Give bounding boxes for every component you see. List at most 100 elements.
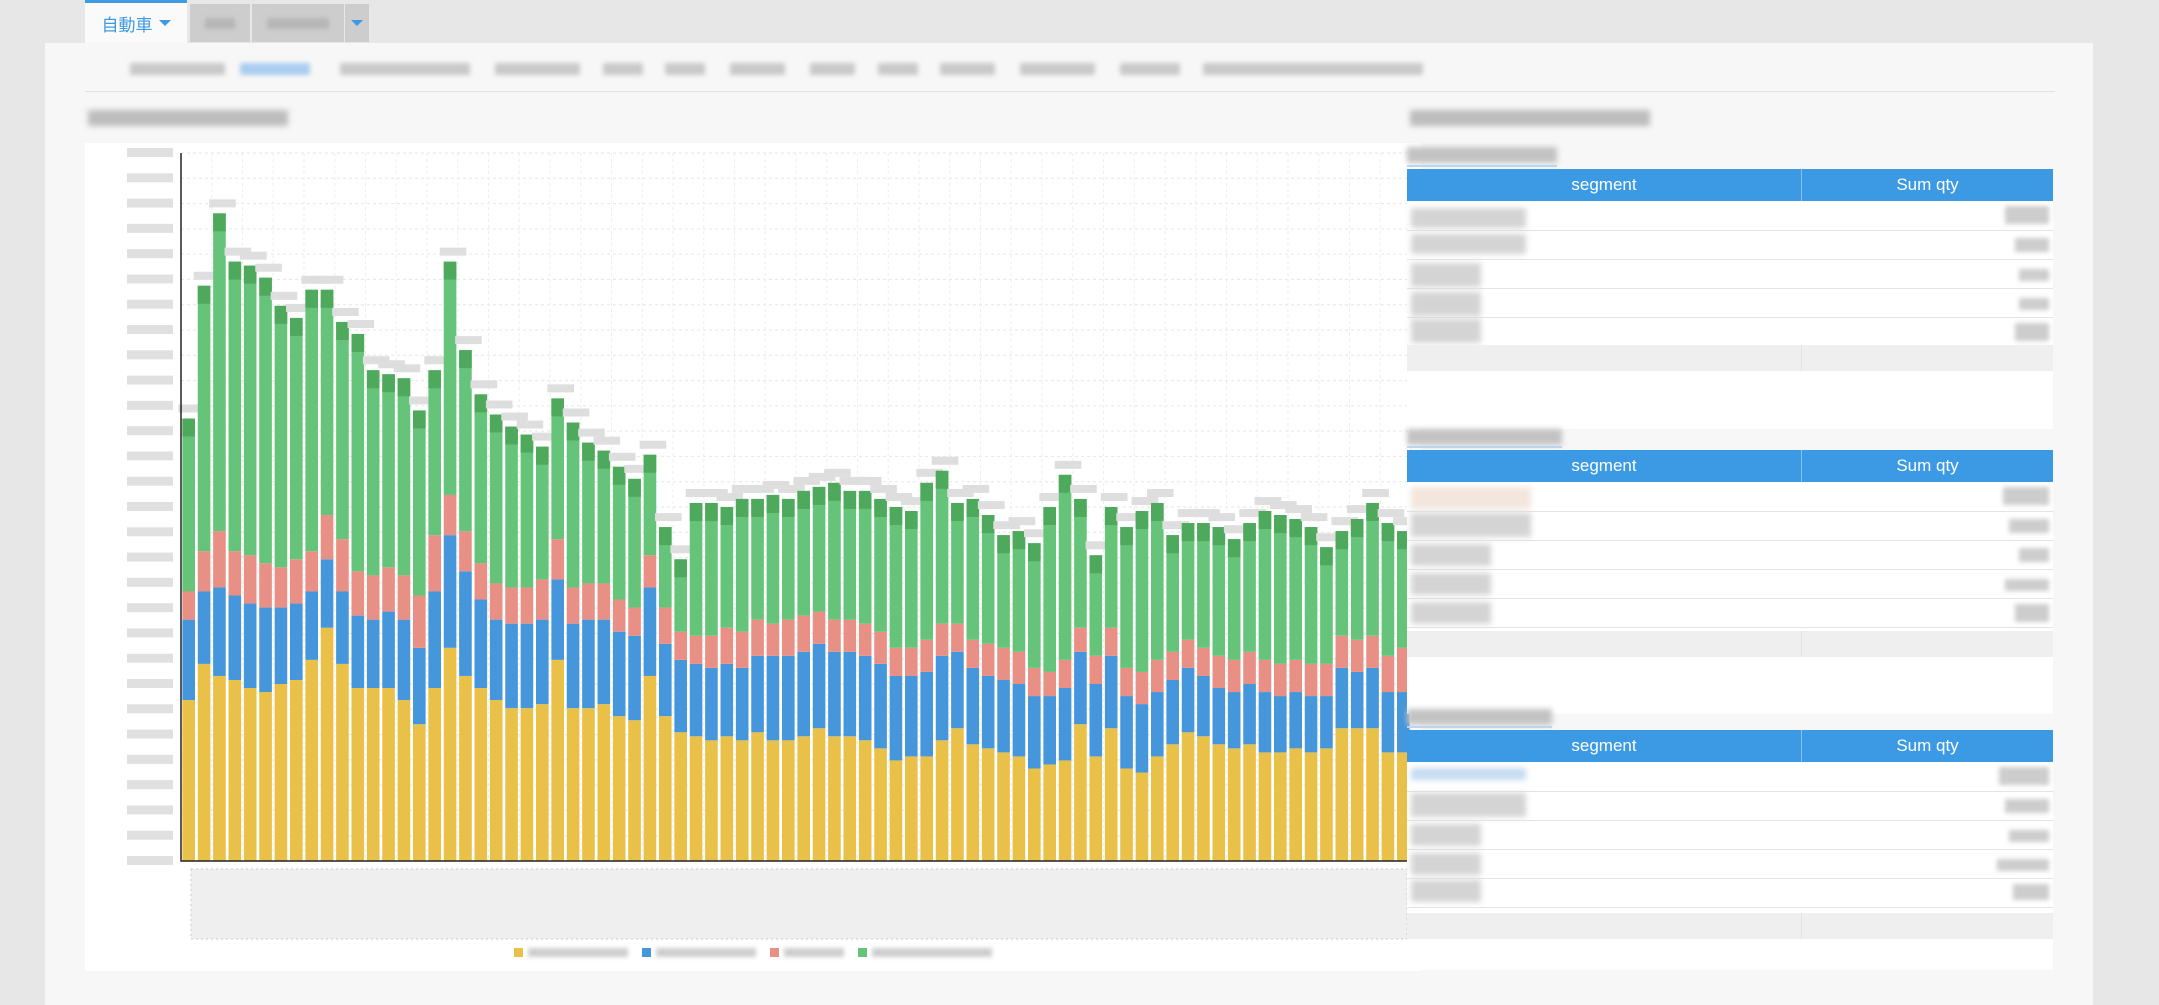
bar-segment[interactable] xyxy=(1043,507,1056,672)
bar-segment[interactable] xyxy=(797,651,810,737)
bar-segment[interactable] xyxy=(351,334,365,572)
bar-segment[interactable] xyxy=(443,494,457,536)
bar-segment[interactable] xyxy=(1151,659,1164,693)
bar-top-segment[interactable] xyxy=(382,374,395,393)
bar-segment[interactable] xyxy=(259,277,272,564)
bar-segment[interactable] xyxy=(213,675,226,861)
bar-segment[interactable] xyxy=(797,615,810,652)
bar-top-segment[interactable] xyxy=(459,350,472,369)
bar-segment[interactable] xyxy=(428,535,441,592)
bar-segment[interactable] xyxy=(474,688,488,861)
bar-top-segment[interactable] xyxy=(889,507,903,525)
subnav-item[interactable] xyxy=(730,63,785,75)
bar-segment[interactable] xyxy=(182,700,195,861)
bar-segment[interactable] xyxy=(951,728,964,861)
bar-segment[interactable] xyxy=(659,716,672,861)
bar-segment[interactable] xyxy=(628,478,641,608)
subnav-item[interactable] xyxy=(1120,63,1180,75)
bar-segment[interactable] xyxy=(290,317,303,560)
bar-top-segment[interactable] xyxy=(1012,531,1026,550)
bar-segment[interactable] xyxy=(474,599,488,689)
bar-segment[interactable] xyxy=(536,579,549,620)
subnav-item-active[interactable] xyxy=(240,63,310,75)
bar-top-segment[interactable] xyxy=(274,305,288,324)
subnav-item[interactable] xyxy=(940,63,995,75)
bar-segment[interactable] xyxy=(1028,696,1041,769)
table-row[interactable] xyxy=(1407,598,2053,628)
bar-segment[interactable] xyxy=(997,679,1010,753)
bar-segment[interactable] xyxy=(720,627,734,664)
bar-segment[interactable] xyxy=(1366,728,1379,861)
bar-segment[interactable] xyxy=(459,531,472,572)
bar-top-segment[interactable] xyxy=(1120,527,1133,546)
bar-top-segment[interactable] xyxy=(1028,543,1041,562)
bar-segment[interactable] xyxy=(520,587,534,624)
bar-top-segment[interactable] xyxy=(397,378,411,397)
bar-segment[interactable] xyxy=(520,623,534,709)
bar-segment[interactable] xyxy=(612,716,626,861)
bar-segment[interactable] xyxy=(735,667,749,741)
bar-segment[interactable] xyxy=(336,539,349,592)
bar-segment[interactable] xyxy=(459,350,472,532)
bar-segment[interactable] xyxy=(1227,659,1241,693)
bar-segment[interactable] xyxy=(397,378,411,576)
bar-segment[interactable] xyxy=(659,607,672,644)
bar-segment[interactable] xyxy=(905,675,918,757)
bar-segment[interactable] xyxy=(1104,507,1118,628)
bar-segment[interactable] xyxy=(735,631,749,668)
bar-segment[interactable] xyxy=(905,647,918,676)
bar-top-segment[interactable] xyxy=(1043,507,1056,525)
subnav-item[interactable] xyxy=(810,63,855,75)
qty-column-header[interactable]: Sum qty xyxy=(1802,450,2053,482)
bar-top-segment[interactable] xyxy=(1089,555,1103,574)
bar-segment[interactable] xyxy=(1181,732,1195,861)
bar-segment[interactable] xyxy=(1350,639,1364,672)
bar-top-segment[interactable] xyxy=(551,398,564,417)
qty-column-header[interactable]: Sum qty xyxy=(1802,730,2053,762)
bar-segment[interactable] xyxy=(689,736,703,861)
qty-column-header[interactable]: Sum qty xyxy=(1802,169,2053,201)
bar-segment[interactable] xyxy=(536,704,549,861)
bar-segment[interactable] xyxy=(1289,659,1302,693)
bar-segment[interactable] xyxy=(1366,502,1379,636)
bar-segment[interactable] xyxy=(320,627,334,861)
bar-segment[interactable] xyxy=(981,515,995,644)
bar-top-segment[interactable] xyxy=(489,414,503,433)
bar-segment[interactable] xyxy=(628,607,641,636)
bar-segment[interactable] xyxy=(1104,627,1118,656)
bar-segment[interactable] xyxy=(735,740,749,861)
bar-segment[interactable] xyxy=(874,748,887,861)
bar-segment[interactable] xyxy=(858,740,872,861)
bar-segment[interactable] xyxy=(1074,651,1087,725)
bar-segment[interactable] xyxy=(1166,651,1179,680)
bar-top-segment[interactable] xyxy=(674,559,687,578)
bar-segment[interactable] xyxy=(336,321,349,540)
bar-segment[interactable] xyxy=(305,591,318,660)
subnav-item[interactable] xyxy=(603,63,643,75)
bar-segment[interactable] xyxy=(228,551,242,596)
bar-segment[interactable] xyxy=(443,647,457,861)
bar-segment[interactable] xyxy=(1043,671,1056,697)
bar-segment[interactable] xyxy=(643,587,657,676)
bar-segment[interactable] xyxy=(689,502,703,636)
bar-segment[interactable] xyxy=(1058,474,1072,660)
bar-segment[interactable] xyxy=(889,760,903,861)
bar-segment[interactable] xyxy=(413,595,426,648)
bar-segment[interactable] xyxy=(1274,515,1287,664)
bar-top-segment[interactable] xyxy=(843,490,857,509)
bar-top-segment[interactable] xyxy=(874,498,887,517)
bar-segment[interactable] xyxy=(966,744,980,861)
bar-segment[interactable] xyxy=(1135,704,1149,773)
bar-segment[interactable] xyxy=(428,370,441,536)
bar-segment[interactable] xyxy=(1120,667,1133,697)
bar-segment[interactable] xyxy=(366,619,380,689)
table-row[interactable] xyxy=(1407,317,2053,347)
bar-segment[interactable] xyxy=(259,692,272,861)
bar-segment[interactable] xyxy=(720,736,734,861)
bar-segment[interactable] xyxy=(889,507,903,648)
bar-segment[interactable] xyxy=(197,551,211,592)
bar-segment[interactable] xyxy=(612,631,626,717)
bar-segment[interactable] xyxy=(981,748,995,861)
bar-segment[interactable] xyxy=(1335,635,1349,668)
bar-segment[interactable] xyxy=(705,667,718,741)
